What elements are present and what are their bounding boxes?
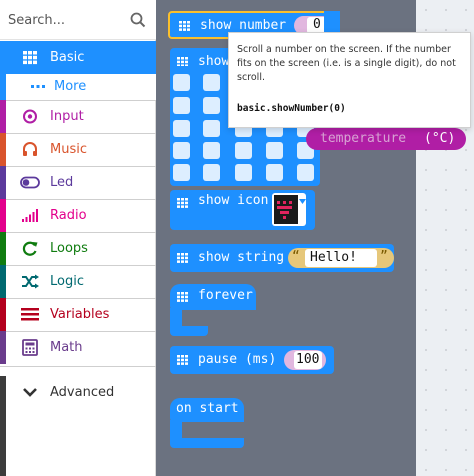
tooltip-code: basic.showNumber(0): [237, 103, 346, 114]
headphones-icon: [23, 142, 37, 156]
calculator-icon: [22, 339, 38, 356]
signal-bars-icon: [22, 209, 38, 222]
chevron-down-icon: [23, 388, 37, 397]
target-icon: [23, 109, 37, 124]
block-label: on start: [176, 401, 239, 416]
category-label: Variables: [50, 307, 110, 322]
unit-label: (°C): [424, 131, 456, 146]
category-led[interactable]: Led: [0, 166, 156, 199]
grip-icon: [177, 198, 188, 208]
number-value[interactable]: 100: [296, 352, 319, 368]
quote-open-icon: “: [292, 249, 300, 264]
block-forever-foot: [170, 326, 208, 336]
category-label: Loops: [50, 241, 88, 256]
block-on-start[interactable]: on start: [170, 398, 244, 422]
category-label: Music: [50, 142, 87, 157]
grip-icon: [177, 253, 188, 263]
category-label: Input: [50, 109, 84, 124]
block-label: show string: [198, 250, 285, 265]
block-tooltip: Scroll a number on the screen. If the nu…: [228, 32, 471, 128]
grid-icon: [23, 51, 37, 65]
grip-icon: [177, 292, 188, 302]
category-loops[interactable]: Loops: [0, 232, 156, 265]
category-more[interactable]: More: [0, 74, 156, 100]
block-show-icon[interactable]: show icon: [170, 190, 315, 230]
category-music[interactable]: Music: [0, 133, 156, 166]
block-label: temperature: [320, 131, 407, 146]
grip-icon: [179, 21, 190, 31]
block-show-string[interactable]: show string “ Hello! ”: [170, 244, 394, 272]
grip-icon: [177, 355, 188, 365]
search-icon[interactable]: [129, 11, 147, 29]
icon-picker[interactable]: [272, 193, 306, 226]
category-label: Basic: [50, 50, 85, 65]
number-value[interactable]: 0: [313, 17, 321, 33]
category-advanced[interactable]: Advanced: [0, 376, 156, 409]
quote-close-icon: ”: [380, 249, 388, 264]
category-label: Radio: [50, 208, 87, 223]
category-label: More: [54, 79, 87, 94]
search-input[interactable]: [8, 8, 126, 32]
block-pause[interactable]: pause (ms) 100: [170, 346, 334, 374]
string-value[interactable]: Hello!: [310, 250, 357, 266]
heart-icon: [274, 195, 298, 224]
category-math[interactable]: Math: [0, 331, 156, 364]
toggle-icon: [20, 176, 40, 189]
dropdown-arrow-icon: [299, 199, 306, 204]
block-label: show icon: [198, 193, 269, 208]
category-label: Led: [50, 175, 74, 190]
category-label: Math: [50, 340, 83, 355]
number-slot[interactable]: 100: [284, 350, 326, 370]
block-forever[interactable]: forever: [170, 284, 256, 310]
ellipsis-icon: [31, 85, 45, 88]
tooltip-description: Scroll a number on the screen. If the nu…: [237, 44, 456, 83]
category-logic[interactable]: Logic: [0, 265, 156, 298]
list-icon: [21, 308, 39, 321]
block-on-start-foot: [170, 438, 244, 448]
string-slot[interactable]: “ Hello! ”: [288, 248, 394, 268]
block-label: forever: [198, 288, 253, 303]
refresh-icon: [22, 241, 38, 256]
category-basic[interactable]: Basic: [0, 41, 156, 75]
category-label: Logic: [50, 274, 84, 289]
divider: [0, 366, 156, 367]
search-box: [0, 0, 156, 40]
category-radio[interactable]: Radio: [0, 199, 156, 232]
category-label: Advanced: [50, 385, 115, 400]
category-input[interactable]: Input: [0, 100, 156, 133]
block-label: pause (ms): [198, 352, 277, 367]
category-variables[interactable]: Variables: [0, 298, 156, 331]
advanced-accent: [0, 409, 6, 476]
toolbox: Basic More Input Music: [0, 0, 156, 476]
shuffle-icon: [22, 274, 39, 289]
block-temperature[interactable]: temperature (°C): [306, 128, 466, 150]
